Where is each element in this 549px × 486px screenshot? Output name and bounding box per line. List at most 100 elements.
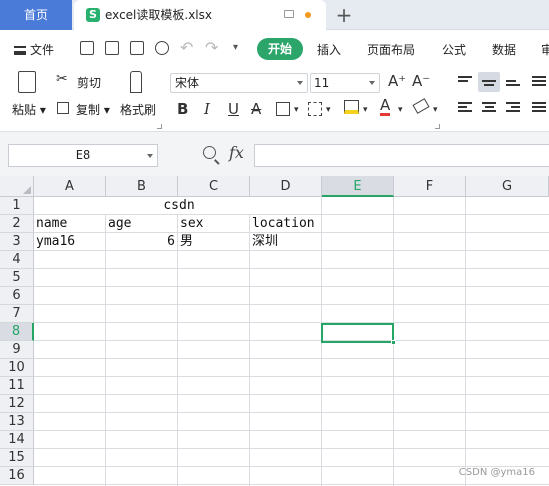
cell-b2[interactable]: age (106, 215, 178, 233)
underline-button[interactable]: U (228, 100, 239, 118)
column-header-a[interactable]: A (34, 176, 106, 197)
font-color-icon[interactable]: A (380, 98, 391, 116)
undo-icon[interactable]: ↶ (180, 38, 193, 57)
ribbon: 粘贴 ▾ ✂ 剪切 复制 ▾ 格式刷 宋体 11 A⁺ A⁻ B I U A ▾… (0, 68, 549, 132)
column-header-g[interactable]: G (466, 176, 549, 197)
copy-button[interactable]: 复制 ▾ (76, 101, 110, 118)
row-header-12[interactable]: 12 (0, 395, 34, 413)
format-painter-icon[interactable] (130, 71, 142, 93)
eraser-icon[interactable] (412, 98, 430, 114)
cell-style-icon[interactable] (308, 102, 322, 116)
quick-access-dropdown-icon[interactable]: ▾ (233, 42, 238, 53)
formula-input[interactable] (254, 144, 549, 167)
align-right-button[interactable] (502, 98, 524, 118)
row-header-4[interactable]: 4 (0, 251, 34, 269)
copy-label: 复制 (76, 103, 101, 117)
italic-button[interactable]: I (204, 100, 210, 118)
borders-icon[interactable] (276, 102, 290, 116)
align-top-button[interactable] (454, 72, 476, 92)
home-tab[interactable]: 首页 (0, 0, 72, 30)
row-header-5[interactable]: 5 (0, 269, 34, 287)
print-preview-icon[interactable] (155, 41, 169, 55)
clipboard-launcher-icon[interactable] (157, 124, 162, 129)
tab-review[interactable]: 审 (541, 41, 549, 58)
tab-bar: 首页 S excel读取模板.xlsx + (0, 0, 549, 30)
monitor-icon[interactable] (284, 10, 294, 18)
name-box[interactable]: E8 (8, 144, 158, 167)
align-center-button[interactable] (478, 98, 500, 118)
bold-button[interactable]: B (177, 100, 188, 118)
row-header-13[interactable]: 13 (0, 413, 34, 431)
scissors-icon[interactable]: ✂ (56, 71, 68, 87)
row-header-14[interactable]: 14 (0, 431, 34, 449)
cell-d3[interactable]: 深圳 (250, 233, 322, 251)
insert-function-button[interactable]: fx (229, 143, 244, 162)
chevron-down-icon[interactable]: ▾ (363, 105, 368, 115)
chevron-down-icon[interactable]: ▾ (398, 105, 403, 115)
tab-insert[interactable]: 插入 (317, 41, 341, 58)
row-header-10[interactable]: 10 (0, 359, 34, 377)
gridline (34, 376, 549, 377)
font-launcher-icon[interactable] (435, 124, 440, 129)
column-header-b[interactable]: B (106, 176, 178, 197)
font-size-select[interactable]: 11 (310, 73, 380, 93)
select-all-corner[interactable] (0, 176, 34, 197)
tab-formulas[interactable]: 公式 (442, 41, 466, 58)
justify-button[interactable] (528, 98, 549, 118)
row-header-7[interactable]: 7 (0, 305, 34, 323)
cell-d2[interactable]: location (250, 215, 322, 233)
tab-page-layout[interactable]: 页面布局 (367, 41, 415, 58)
gridline (34, 484, 549, 485)
export-pdf-icon[interactable] (105, 41, 119, 55)
redo-icon[interactable]: ↷ (205, 38, 218, 57)
column-header-c[interactable]: C (178, 176, 250, 197)
spreadsheet-grid[interactable]: A B C D E F G 1 2 3 4 5 6 7 8 9 10 11 12… (0, 176, 549, 486)
cell-c3[interactable]: 男 (178, 233, 250, 251)
row-header-16[interactable]: 16 (0, 467, 34, 485)
cut-button[interactable]: 剪切 (77, 74, 101, 91)
orientation-button[interactable] (528, 72, 549, 92)
cell-c2[interactable]: sex (178, 215, 250, 233)
shrink-font-button[interactable]: A⁻ (412, 72, 430, 90)
tab-data[interactable]: 数据 (492, 41, 516, 58)
copy-icon[interactable] (57, 102, 69, 114)
cell-a1-merged[interactable]: csdn (34, 197, 322, 215)
row-header-9[interactable]: 9 (0, 341, 34, 359)
cell-a2[interactable]: name (34, 215, 106, 233)
strikethrough-button[interactable]: A (251, 100, 261, 118)
column-header-d[interactable]: D (250, 176, 322, 197)
chevron-down-icon[interactable]: ▾ (294, 105, 299, 115)
selected-cell-e8[interactable] (321, 323, 394, 343)
column-header-f[interactable]: F (394, 176, 466, 197)
align-middle-button[interactable] (478, 72, 500, 92)
document-tab[interactable]: S excel读取模板.xlsx (74, 0, 326, 30)
paste-button[interactable]: 粘贴 ▾ (12, 101, 46, 118)
file-menu-button[interactable]: 文件 (14, 41, 54, 58)
chevron-down-icon[interactable]: ▾ (326, 105, 331, 115)
column-header-e[interactable]: E (322, 176, 394, 197)
format-painter-button[interactable]: 格式刷 (120, 101, 156, 118)
font-name-select[interactable]: 宋体 (170, 73, 308, 93)
align-left-icon (458, 102, 472, 114)
row-header-11[interactable]: 11 (0, 377, 34, 395)
cell-b3[interactable]: 6 (106, 233, 178, 251)
tab-start[interactable]: 开始 (257, 38, 303, 60)
new-tab-button[interactable]: + (334, 2, 354, 28)
chevron-down-icon[interactable]: ▾ (433, 105, 438, 115)
cell-a3[interactable]: yma16 (34, 233, 106, 251)
row-header-3[interactable]: 3 (0, 233, 34, 251)
zoom-icon[interactable] (203, 146, 216, 159)
fill-color-icon[interactable] (344, 100, 359, 114)
grow-font-button[interactable]: A⁺ (388, 72, 406, 90)
save-icon[interactable] (80, 41, 94, 55)
row-header-6[interactable]: 6 (0, 287, 34, 305)
fill-handle[interactable] (391, 340, 396, 345)
row-header-2[interactable]: 2 (0, 215, 34, 233)
row-header-8[interactable]: 8 (0, 323, 34, 341)
paste-icon[interactable] (18, 71, 36, 93)
align-left-button[interactable] (454, 98, 476, 118)
row-header-15[interactable]: 15 (0, 449, 34, 467)
row-header-1[interactable]: 1 (0, 197, 34, 215)
print-icon[interactable] (130, 41, 144, 55)
align-bottom-button[interactable] (502, 72, 524, 92)
